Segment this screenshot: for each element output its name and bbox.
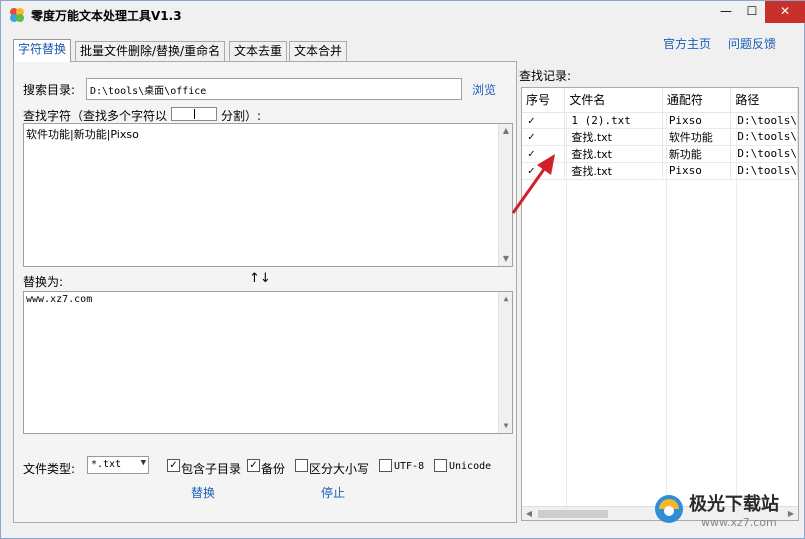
utf8-label: UTF-8 [394, 461, 425, 472]
watermark-url: www.xz7.com [701, 516, 777, 529]
results-list[interactable]: 序号 文件名 通配符 路径 ✓ 1 (2).txt Pixso D:\tools… [521, 87, 799, 521]
cell-pattern: 新功能 [662, 145, 732, 163]
chevron-down-icon: ▼ [140, 458, 146, 468]
column-path[interactable]: 路径 [730, 88, 798, 113]
table-row[interactable]: ✓ 查找.txt Pixso D:\tools\ [522, 162, 798, 180]
table-row[interactable]: ✓ 1 (2).txt Pixso D:\tools\ [522, 112, 798, 129]
scroll-up-icon[interactable]: ▲ [499, 292, 512, 306]
cell-pattern: Pixso [662, 112, 732, 129]
table-header-row: 序号 文件名 通配符 路径 [522, 88, 798, 113]
close-button[interactable]: ✕ [765, 1, 805, 23]
minimize-button[interactable]: — [713, 1, 739, 23]
app-window: 零度万能文本处理工具V1.3 — ☐ ✕ 字符替换 批量文件删除/替换/重命名 … [0, 0, 805, 539]
cell-pattern: 软件功能 [662, 128, 732, 146]
scroll-down-icon[interactable]: ▼ [499, 252, 512, 266]
separator-input[interactable] [171, 107, 217, 121]
replace-label: 替换为: [23, 275, 64, 289]
column-pattern[interactable]: 通配符 [662, 88, 732, 113]
title-bar: 零度万能文本处理工具V1.3 — ☐ ✕ [1, 1, 805, 29]
file-type-select[interactable]: *.txt ▼ [87, 456, 149, 474]
column-filename[interactable]: 文件名 [564, 88, 663, 113]
check-icon: ✓ [522, 128, 566, 146]
replace-scrollbar[interactable]: ▲ ▼ [498, 292, 512, 433]
scroll-down-icon[interactable]: ▼ [499, 419, 512, 433]
find-textarea[interactable]: 软件功能|新功能|Pixso ▲ ▼ [23, 123, 513, 267]
search-dir-input[interactable]: D:\tools\桌面\office [86, 78, 462, 100]
maximize-button[interactable]: ☐ [739, 1, 765, 23]
scroll-up-icon[interactable]: ▲ [499, 124, 512, 138]
stop-button[interactable]: 停止 [321, 484, 345, 501]
swap-arrows-button[interactable]: ↑↓ [249, 271, 271, 286]
search-dir-label: 搜索目录: [23, 83, 76, 97]
column-divider [736, 112, 737, 508]
include-subdirs-label: 包含子目录 [181, 462, 242, 476]
column-divider [566, 112, 567, 508]
replace-button[interactable]: 替换 [191, 484, 215, 501]
find-text: 软件功能|新功能|Pixso [26, 128, 139, 141]
backup-label: 备份 [261, 462, 286, 476]
find-label-suffix: 分割）: [221, 109, 262, 123]
cell-filename: 1 (2).txt [564, 112, 663, 129]
cell-filename: 查找.txt [564, 162, 663, 180]
home-link[interactable]: 官方主页 [663, 35, 711, 52]
checkbox-case-sensitive[interactable] [295, 459, 308, 472]
tab-merge[interactable]: 文本合并 [289, 41, 348, 61]
case-sensitive-label: 区分大小写 [309, 462, 370, 476]
cell-path: D:\tools\ [730, 162, 798, 180]
file-type-label: 文件类型: [23, 462, 76, 476]
cell-filename: 查找.txt [564, 145, 663, 163]
browse-button[interactable]: 浏览 [472, 81, 496, 98]
feedback-link[interactable]: 问题反馈 [728, 35, 776, 52]
tab-dedupe[interactable]: 文本去重 [229, 41, 288, 61]
checkbox-backup[interactable]: ✓ [247, 459, 260, 472]
table-row[interactable]: ✓ 查找.txt 软件功能 D:\tools\ [522, 128, 798, 146]
watermark-text: 极光下载站 [689, 494, 779, 515]
replace-text: www.xz7.com [26, 294, 93, 305]
cell-path: D:\tools\ [730, 145, 798, 163]
find-label: 查找字符（查找多个字符以 [23, 109, 168, 123]
checkbox-utf8[interactable] [379, 459, 392, 472]
replace-textarea[interactable]: www.xz7.com ▲ ▼ [23, 291, 513, 434]
checkbox-include-subdirs[interactable]: ✓ [167, 459, 180, 472]
window-title: 零度万能文本处理工具V1.3 [31, 9, 182, 23]
cell-path: D:\tools\ [730, 128, 798, 146]
check-icon: ✓ [522, 112, 566, 129]
file-type-value: *.txt [91, 459, 122, 470]
column-divider [666, 112, 667, 508]
table-row[interactable]: ✓ 查找.txt 新功能 D:\tools\ [522, 145, 798, 163]
results-table: 序号 文件名 通配符 路径 ✓ 1 (2).txt Pixso D:\tools… [522, 88, 798, 180]
app-icon [10, 8, 24, 22]
results-label: 查找记录: [519, 69, 572, 83]
cell-filename: 查找.txt [564, 128, 663, 146]
unicode-label: Unicode [449, 461, 492, 472]
scroll-thumb[interactable] [538, 510, 608, 518]
column-index[interactable]: 序号 [522, 88, 566, 113]
cell-path: D:\tools\ [730, 112, 798, 129]
cell-pattern: Pixso [662, 162, 732, 180]
checkbox-unicode[interactable] [434, 459, 447, 472]
scroll-left-icon[interactable]: ◀ [522, 507, 536, 520]
tab-batch-file[interactable]: 批量文件删除/替换/重命名 [75, 41, 226, 61]
text-caret [194, 109, 195, 119]
tab-char-replace[interactable]: 字符替换 [13, 39, 72, 62]
red-arrow-annotation-icon [511, 154, 555, 214]
